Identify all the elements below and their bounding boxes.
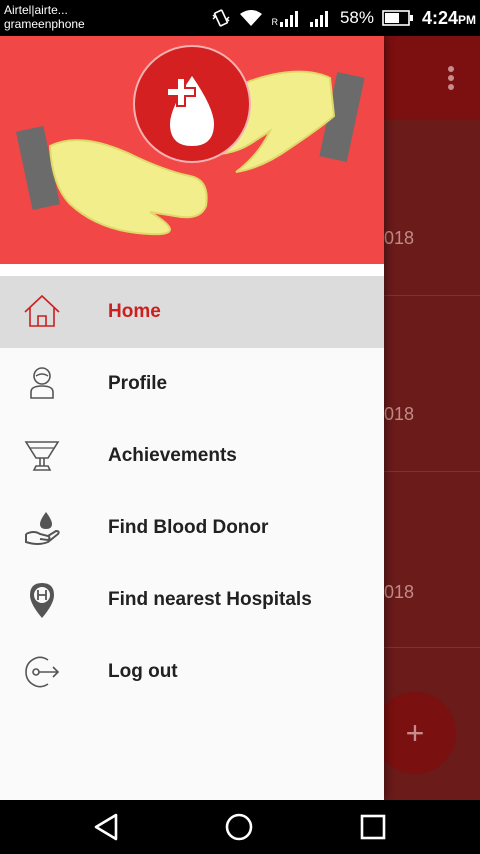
recents-icon[interactable] [356, 810, 390, 844]
card-year: 018 [384, 404, 415, 424]
nav-item-achievements[interactable]: Achievements [0, 420, 384, 492]
nav-item-logout[interactable]: Log out [0, 636, 384, 708]
navigation-drawer: Home Profile Achievements Find Blood Don… [0, 36, 384, 800]
battery-icon [382, 10, 413, 26]
vibrate-icon [212, 9, 230, 27]
nav-item-find-hospitals[interactable]: Find nearest Hospitals [0, 564, 384, 636]
clock-suffix: PM [458, 12, 476, 27]
nav-item-label: Home [108, 301, 161, 322]
home-circle-icon[interactable] [222, 810, 256, 844]
carrier-line-1: Airtel|airte... [4, 3, 68, 17]
status-bar: Airtel|airte... grameenphone R 58% 4:24P… [0, 0, 480, 36]
logout-icon [25, 656, 60, 688]
wifi-icon [240, 10, 263, 26]
add-fab-button[interactable]: + [374, 692, 456, 774]
nav-item-label: Find nearest Hospitals [108, 589, 312, 610]
card-year: 018 [384, 582, 415, 602]
trophy-icon [24, 441, 60, 471]
nav-item-label: Profile [108, 373, 168, 394]
profile-icon [30, 367, 54, 399]
nav-item-find-blood-donor[interactable]: Find Blood Donor [0, 492, 384, 564]
overflow-menu-icon[interactable] [446, 64, 456, 92]
signal-icon [279, 11, 298, 27]
back-icon[interactable] [90, 810, 124, 844]
nav-item-label: Find Blood Donor [108, 517, 269, 538]
sim-label: R [271, 17, 278, 27]
home-icon [24, 294, 60, 327]
carrier-info: Airtel|airte... grameenphone [4, 3, 85, 31]
battery-percent: 58% [339, 8, 374, 27]
signal-icon [309, 11, 328, 27]
blood-donation-logo [15, 45, 365, 236]
blood-donor-icon [25, 512, 60, 545]
drawer-divider [0, 264, 384, 276]
clock-time: 4:24 [421, 7, 458, 28]
card-year: 018 [384, 228, 415, 248]
nav-item-profile[interactable]: Profile [0, 348, 384, 420]
drawer-header [0, 36, 384, 264]
system-nav-bar [0, 800, 480, 854]
nav-item-label: Achievements [108, 445, 237, 466]
nav-item-label: Log out [108, 661, 178, 682]
plus-icon: + [405, 715, 425, 751]
carrier-line-2: grameenphone [4, 17, 85, 31]
nav-item-home[interactable]: Home [0, 276, 384, 348]
hospital-pin-icon [30, 583, 54, 618]
clock: 4:24PM [422, 8, 476, 29]
